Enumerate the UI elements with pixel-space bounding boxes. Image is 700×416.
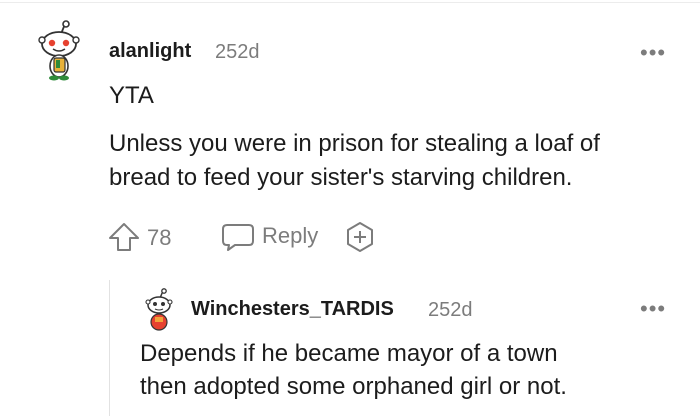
- comment-text-line: Unless you were in prison for stealing a…: [109, 130, 600, 157]
- more-options-icon[interactable]: •••: [640, 42, 666, 64]
- comment-timestamp[interactable]: 252d: [215, 41, 260, 64]
- comment-text-line: YTA: [109, 82, 154, 109]
- snoo-avatar-icon: [145, 288, 173, 331]
- upvote-arrow-icon: [109, 223, 139, 251]
- comment-author[interactable]: alanlight: [109, 40, 191, 63]
- reply-author[interactable]: Winchesters_TARDIS: [191, 298, 394, 321]
- reply-avatar[interactable]: [144, 288, 174, 332]
- reply-text-line: Depends if he became mayor of a town: [140, 340, 558, 367]
- reply-text-line: then adopted some orphaned girl or not.: [140, 373, 567, 400]
- award-plus-icon: [347, 222, 373, 252]
- thread-line[interactable]: [109, 280, 110, 416]
- reply-button[interactable]: Reply: [221, 220, 341, 254]
- upvote-button[interactable]: [108, 222, 140, 252]
- avatar[interactable]: [34, 20, 86, 82]
- more-options-icon[interactable]: •••: [640, 298, 666, 320]
- snoo-avatar-icon: [38, 20, 80, 81]
- top-divider: [0, 2, 700, 3]
- reply-label: Reply: [262, 223, 319, 248]
- reply-timestamp[interactable]: 252d: [428, 299, 473, 322]
- speech-bubble-icon: [222, 224, 254, 251]
- award-button[interactable]: [344, 221, 376, 253]
- vote-count: 78: [147, 225, 172, 250]
- comment-text-line: bread to feed your sister's starving chi…: [109, 164, 573, 191]
